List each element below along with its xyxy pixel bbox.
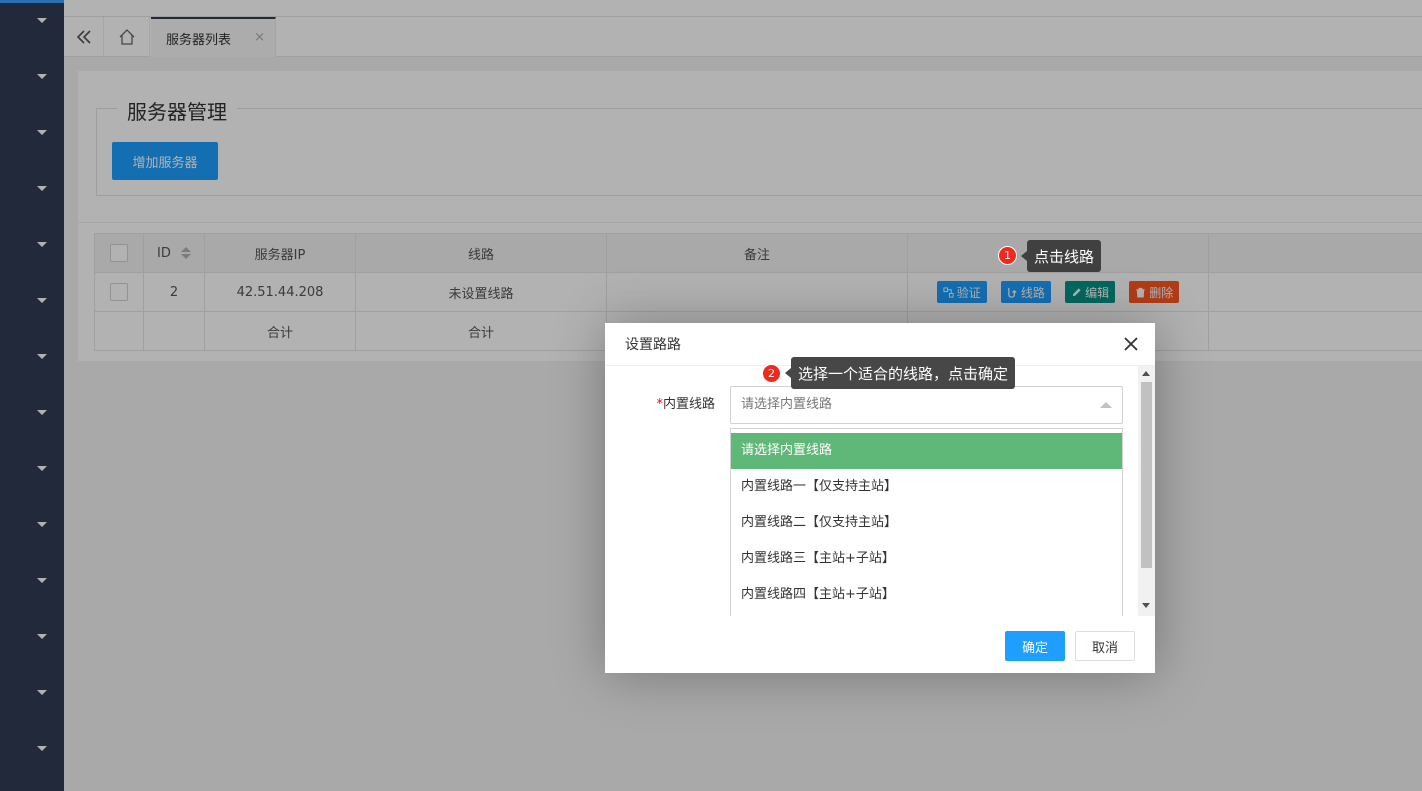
step-badge-1: 1 — [998, 246, 1017, 265]
builtin-route-select-value: 请选择内置线路 — [741, 397, 833, 412]
dialog-title: 设置路路 — [625, 337, 681, 353]
dialog-scrollbar[interactable] — [1138, 366, 1155, 616]
chevron-up-icon — [1100, 402, 1112, 408]
step-badge-2: 2 — [762, 364, 781, 383]
route-option-3[interactable]: 内置线路三【主站+子站】 — [731, 541, 1122, 577]
close-icon[interactable] — [1121, 334, 1141, 354]
scroll-up-arrow-icon[interactable] — [1142, 371, 1150, 376]
route-option-placeholder[interactable]: 请选择内置线路 — [731, 433, 1122, 469]
builtin-route-select[interactable]: 请选择内置线路 — [730, 386, 1123, 424]
confirm-button[interactable]: 确定 — [1005, 631, 1065, 661]
scroll-down-arrow-icon[interactable] — [1142, 603, 1150, 608]
dialog-body: *内置线路 请选择内置线路 请选择内置线路 内置线路一【仅支持主站】 内置线路二… — [605, 366, 1155, 616]
route-option-2[interactable]: 内置线路二【仅支持主站】 — [731, 505, 1122, 541]
route-option-4[interactable]: 内置线路四【主站+子站】 — [731, 577, 1122, 613]
scrollbar-thumb[interactable] — [1141, 382, 1152, 568]
tooltip-click-route: 点击线路 — [1020, 240, 1102, 272]
cancel-button[interactable]: 取消 — [1075, 631, 1135, 661]
tooltip-choose-route: 选择一个适合的线路，点击确定 — [784, 357, 1016, 389]
route-option-1[interactable]: 内置线路一【仅支持主站】 — [731, 469, 1122, 505]
builtin-route-label-text: 内置线路 — [662, 397, 715, 412]
builtin-route-dropdown: 请选择内置线路 内置线路一【仅支持主站】 内置线路二【仅支持主站】 内置线路三【… — [730, 428, 1123, 616]
builtin-route-label: *内置线路 — [605, 386, 715, 424]
